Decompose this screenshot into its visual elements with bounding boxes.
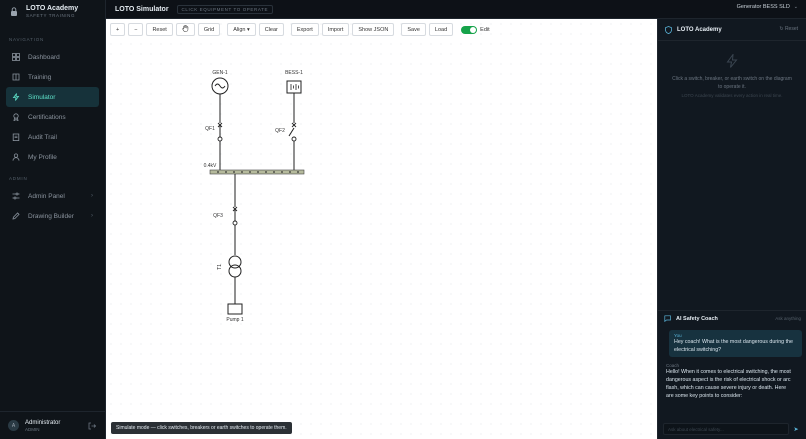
ai-safety-coach: AI Safety Coach Ask anything You Hey coa… [658,310,806,439]
breaker-qf2[interactable] [288,122,297,142]
brand[interactable]: LOTO Academy SAFETY TRAINING [0,0,105,22]
qf2-label: QF2 [275,128,285,134]
chevron-right-icon: › [91,213,93,219]
user-name: Administrator [25,419,61,426]
panel-reset-label: Reset [784,26,798,32]
user-icon [12,153,20,161]
load-pump-1[interactable] [227,303,243,315]
sidebar-item-simulator[interactable]: Simulator [6,87,99,107]
sidebar: LOTO Academy SAFETY TRAINING NAVIGATION … [0,0,106,439]
user-profile[interactable]: A Administrator ADMIN [0,411,106,439]
award-icon [12,113,20,121]
clipboard-icon [12,133,20,141]
breaker-qf3[interactable] [232,206,238,226]
sidebar-item-label: Audit Trail [28,133,57,141]
chevron-right-icon: › [91,193,93,199]
grid-icon [12,53,20,61]
page-title: LOTO Simulator [115,5,169,13]
sidebar-item-drawing-builder[interactable]: Drawing Builder › [6,206,99,226]
empty-state: Click a switch, breaker, or earth switch… [658,52,806,98]
nav-section-label: NAVIGATION [9,37,45,42]
panel-title: LOTO Academy [677,26,722,33]
operate-hint-badge: CLICK EQUIPMENT TO OPERATE [176,4,274,14]
pencil-icon [12,212,20,220]
send-icon[interactable]: ➤ [790,423,802,435]
coach-ask-hint: Ask anything [775,316,801,321]
lock-logo-icon [8,5,20,17]
panel-reset-button[interactable]: ↻ Reset [779,26,798,32]
book-icon [12,73,20,81]
sidebar-item-label: Simulator [28,93,56,101]
top-header: LOTO Simulator CLICK EQUIPMENT TO OPERAT… [106,0,806,19]
brand-name: LOTO Academy [26,4,79,12]
empty-state-text: Click a switch, breaker, or earth switch… [672,76,792,90]
sliders-icon [12,192,20,200]
brand-tagline: SAFETY TRAINING [26,12,76,18]
logout-icon[interactable] [88,422,97,432]
coach-header: AI Safety Coach Ask anything [658,311,806,326]
transformer-t1[interactable] [228,255,242,278]
generator-label: GEN-1 [212,70,228,76]
zap-icon [12,93,20,101]
qf1-label: QF1 [205,126,215,132]
avatar: A [8,420,19,431]
busbar-0.4kv[interactable] [209,169,305,175]
chat-icon [664,315,671,322]
status-toast: Simulate mode — click switches, breakers… [111,422,292,434]
sidebar-item-label: Admin Panel [28,192,65,200]
sidebar-item-admin-panel[interactable]: Admin Panel › [6,186,99,206]
sidebar-item-certifications[interactable]: Certifications [6,107,99,127]
coach-title: AI Safety Coach [676,315,718,322]
zap-icon [670,52,794,71]
user-role: ADMIN [25,426,40,432]
sidebar-item-label: Dashboard [28,53,60,61]
empty-state-subtext: LOTO Academy validates every action in r… [681,93,783,98]
bess-symbol[interactable] [286,80,302,94]
sidebar-item-my-profile[interactable]: My Profile [6,147,99,167]
message-text: Hello! When it comes to electrical switc… [666,369,791,399]
panel-header: LOTO Academy ↻ Reset [658,19,806,41]
single-line-diagram: GEN-1 QF1 BESS-1 QF2 0.4kV QF3 T1 Pump 1 [204,70,305,323]
diagram-select-value: Generator BESS SLD [736,4,790,10]
qf3-label: QF3 [213,213,223,219]
diagram-select[interactable]: Generator BESS SLD ⌄ [737,4,798,10]
right-panel: LOTO Academy ↻ Reset Click a switch, bre… [657,19,806,439]
diagram-canvas[interactable]: + − Reset Grid Align ▾ Clear Export Impo… [106,19,657,439]
breaker-qf1[interactable] [217,122,223,142]
bess-label: BESS-1 [285,70,303,76]
busbar-label: 0.4kV [204,163,217,169]
sidebar-item-label: My Profile [28,153,57,161]
sidebar-item-label: Training [28,73,52,81]
sidebar-item-training[interactable]: Training [6,67,99,87]
chat-message-user: You Hey coach! What is the most dangerou… [669,330,802,357]
shield-icon [665,25,672,34]
transformer-label: T1 [217,264,223,270]
coach-chat-input[interactable]: Ask about electrical safety... [663,423,789,435]
admin-section-label: ADMIN [9,176,28,181]
sidebar-item-audit-trail[interactable]: Audit Trail [6,127,99,147]
message-text: Hey coach! What is the most dangerous du… [674,339,793,353]
generator-symbol[interactable] [211,77,229,95]
sidebar-item-label: Certifications [28,113,66,121]
load-label: Pump 1 [226,317,243,323]
chevron-down-icon: ⌄ [793,4,798,10]
sidebar-item-dashboard[interactable]: Dashboard [6,47,99,67]
sidebar-item-label: Drawing Builder [28,212,74,220]
chat-message-coach: Coach Hello! When it comes to electrical… [663,361,796,402]
